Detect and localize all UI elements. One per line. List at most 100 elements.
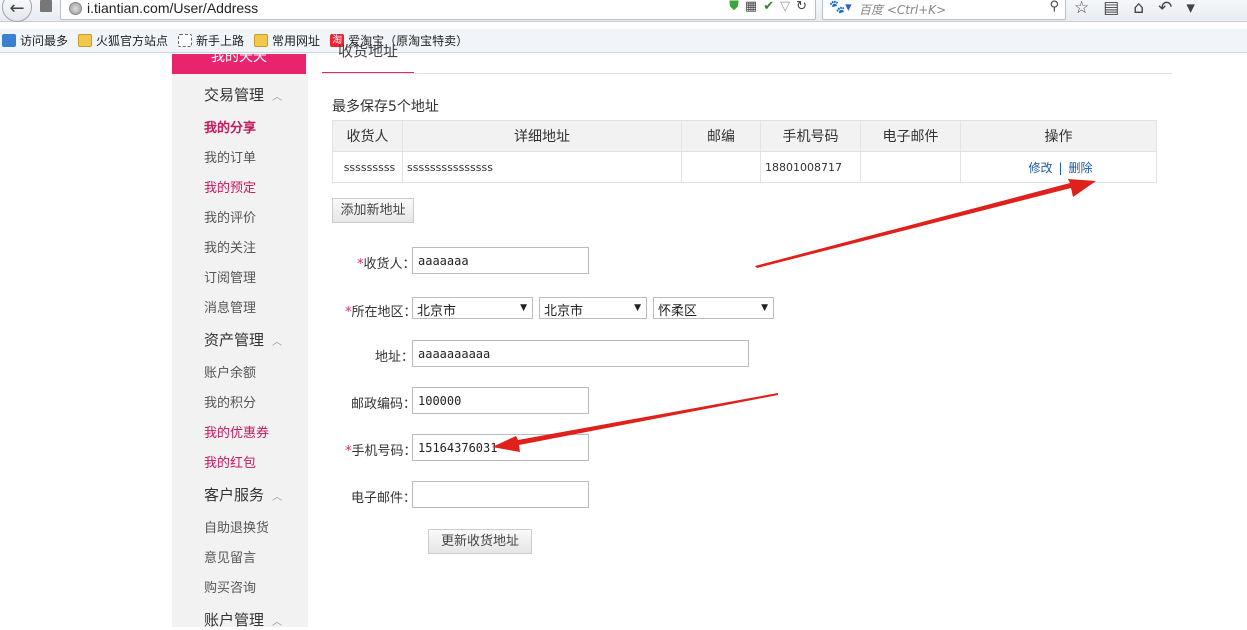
zip-input[interactable]: 100000	[412, 387, 589, 414]
dropdown-arrow-icon: ▼	[761, 303, 768, 313]
sidebar-group-service[interactable]: 客户服务 ︿	[204, 484, 282, 505]
address-input[interactable]: aaaaaaaaaa	[412, 340, 749, 367]
chevron-down-icon[interactable]: ▽	[780, 0, 790, 14]
bookmark-label: 新手上路	[196, 34, 245, 48]
sidebar-item-my-reservations[interactable]: 我的预定	[204, 177, 256, 196]
bookmark-firefox-site[interactable]: 火狐官方站点	[78, 32, 168, 49]
cell-actions: 修改 | 删除	[960, 151, 1157, 183]
tab-shipping-address[interactable]: 收货地址	[322, 44, 414, 74]
recipient-label: *收货人：	[357, 253, 416, 272]
sidebar-item-subscriptions[interactable]: 订阅管理	[204, 267, 256, 286]
page-icon	[40, 0, 52, 12]
sidebar-item-my-reviews[interactable]: 我的评价	[204, 207, 256, 226]
max-address-note: 最多保存5个地址	[332, 99, 439, 115]
district-select[interactable]: 怀柔区 ▼	[653, 297, 774, 319]
sidebar-item-my-follows[interactable]: 我的关注	[204, 237, 256, 256]
bookmark-common-sites[interactable]: 常用网址	[254, 32, 320, 49]
select-value: 怀柔区	[658, 304, 698, 319]
update-address-button[interactable]: 更新收货地址	[428, 529, 532, 554]
sidebar-item-self-return[interactable]: 自助退换货	[204, 517, 269, 536]
address-bar[interactable]: i.tiantian.com/User/Address ⛊ ▦ ✔ ▽ ↻	[60, 0, 816, 20]
reload-icon[interactable]: ↻	[796, 0, 807, 14]
sidebar-item-messages[interactable]: 消息管理	[204, 297, 256, 316]
separator: |	[1058, 160, 1063, 175]
search-input[interactable]: 百度 <Ctrl+K>	[859, 1, 946, 18]
chevron-up-icon: ︿	[272, 617, 283, 628]
menu-arrow-icon[interactable]: ▾	[1186, 0, 1195, 18]
phone-label: *手机号码：	[345, 440, 417, 459]
label-text: 手机号码：	[351, 444, 417, 459]
header-recipient: 收货人	[332, 120, 403, 152]
delete-link[interactable]: 删除	[1069, 161, 1093, 175]
bookmark-label: 访问最多	[20, 34, 69, 48]
undo-icon[interactable]: ↶	[1158, 0, 1172, 18]
bookmarks-bar: 访问最多 火狐官方站点 新手上路 常用网址 淘 爱淘宝（原淘宝特卖）	[0, 29, 1247, 53]
select-value: 北京市	[544, 304, 584, 319]
label-text: 收货人：	[363, 257, 416, 272]
bookmark-getting-started[interactable]: 新手上路	[178, 32, 244, 49]
province-select[interactable]: 北京市 ▼	[412, 297, 533, 319]
sidebar-item-my-orders[interactable]: 我的订单	[204, 147, 256, 166]
sidebar-item-balance[interactable]: 账户余额	[204, 362, 256, 381]
dropdown-arrow-icon: ▼	[634, 303, 641, 313]
group-title: 客户服务	[204, 486, 265, 504]
table-row: sssssssss sssssssssssssss 18801008717 修改…	[332, 151, 1157, 183]
group-title: 账户管理	[204, 611, 265, 629]
qr-code-icon[interactable]: ▦	[745, 0, 757, 14]
cell-address: sssssssssssssss	[402, 151, 682, 183]
globe-icon	[69, 2, 82, 15]
chevron-up-icon: ︿	[272, 92, 283, 103]
folder-icon	[254, 34, 269, 47]
email-input[interactable]	[412, 481, 589, 508]
phone-input[interactable]: 15164376031	[412, 434, 589, 461]
search-bar[interactable]: 🐾▾ 百度 <Ctrl+K> ⚲	[822, 0, 1066, 20]
header-actions: 操作	[960, 120, 1157, 152]
header-phone: 手机号码	[760, 120, 861, 152]
edit-link[interactable]: 修改	[1028, 161, 1052, 175]
divider	[322, 73, 1172, 74]
city-select[interactable]: 北京市 ▼	[539, 297, 647, 319]
sidebar-item-purchase-inquiry[interactable]: 购买咨询	[204, 577, 256, 596]
shield-icon[interactable]: ⛊	[729, 0, 739, 14]
sidebar-group-trade[interactable]: 交易管理 ︿	[204, 84, 282, 105]
sidebar-item-points[interactable]: 我的积分	[204, 392, 256, 411]
home-icon[interactable]: ⌂	[1133, 0, 1144, 18]
header-address: 详细地址	[402, 120, 682, 152]
cell-recipient: sssssssss	[332, 151, 403, 183]
star-icon[interactable]: ☆	[1074, 0, 1089, 18]
baidu-paw-icon[interactable]: 🐾▾	[829, 0, 852, 15]
cell-email	[860, 151, 961, 183]
sidebar: 我的天天 交易管理 ︿ 我的分享 我的订单 我的预定 我的评价 我的关注 订阅管理…	[172, 54, 308, 629]
page-dashed-icon	[178, 34, 193, 47]
select-value: 北京市	[417, 304, 457, 319]
bookmark-most-visited[interactable]: 访问最多	[2, 32, 68, 49]
email-label: 电子邮件：	[351, 491, 417, 506]
sidebar-item-coupons[interactable]: 我的优惠券	[204, 422, 269, 441]
annotation-arrow	[755, 179, 1096, 268]
sidebar-group-assets[interactable]: 资产管理 ︿	[204, 329, 282, 350]
bookmark-label: 火狐官方站点	[96, 34, 169, 48]
label-text: 所在地区：	[351, 305, 417, 320]
group-title: 交易管理	[204, 86, 265, 104]
chevron-up-icon: ︿	[272, 337, 283, 348]
sidebar-item-my-share[interactable]: 我的分享	[204, 117, 256, 136]
sidebar-item-feedback[interactable]: 意见留言	[204, 547, 256, 566]
most-visited-icon	[2, 34, 16, 47]
search-icon[interactable]: ⚲	[1049, 0, 1059, 14]
header-zip: 邮编	[681, 120, 761, 152]
table-header-row: 收货人 详细地址 邮编 手机号码 电子邮件 操作	[332, 120, 1157, 152]
cell-zip	[681, 151, 761, 183]
browser-toolbar: ← i.tiantian.com/User/Address ⛊ ▦ ✔ ▽ ↻ …	[0, 0, 1247, 22]
add-address-button[interactable]: 添加新地址	[332, 198, 414, 223]
reading-list-icon[interactable]: ▤	[1103, 0, 1119, 18]
sidebar-my-tiantian[interactable]: 我的天天	[172, 54, 306, 74]
back-icon[interactable]: ←	[2, 0, 32, 22]
recipient-input[interactable]: aaaaaaa	[412, 247, 589, 274]
address-table: 收货人 详细地址 邮编 手机号码 电子邮件 操作 sssssssss sssss…	[332, 120, 1157, 183]
url-text[interactable]: i.tiantian.com/User/Address	[87, 0, 258, 16]
check-icon[interactable]: ✔	[763, 0, 774, 14]
chevron-up-icon: ︿	[272, 492, 283, 503]
cell-phone: 18801008717	[760, 151, 861, 183]
bookmark-label: 常用网址	[272, 34, 321, 48]
sidebar-item-red-packets[interactable]: 我的红包	[204, 452, 256, 471]
